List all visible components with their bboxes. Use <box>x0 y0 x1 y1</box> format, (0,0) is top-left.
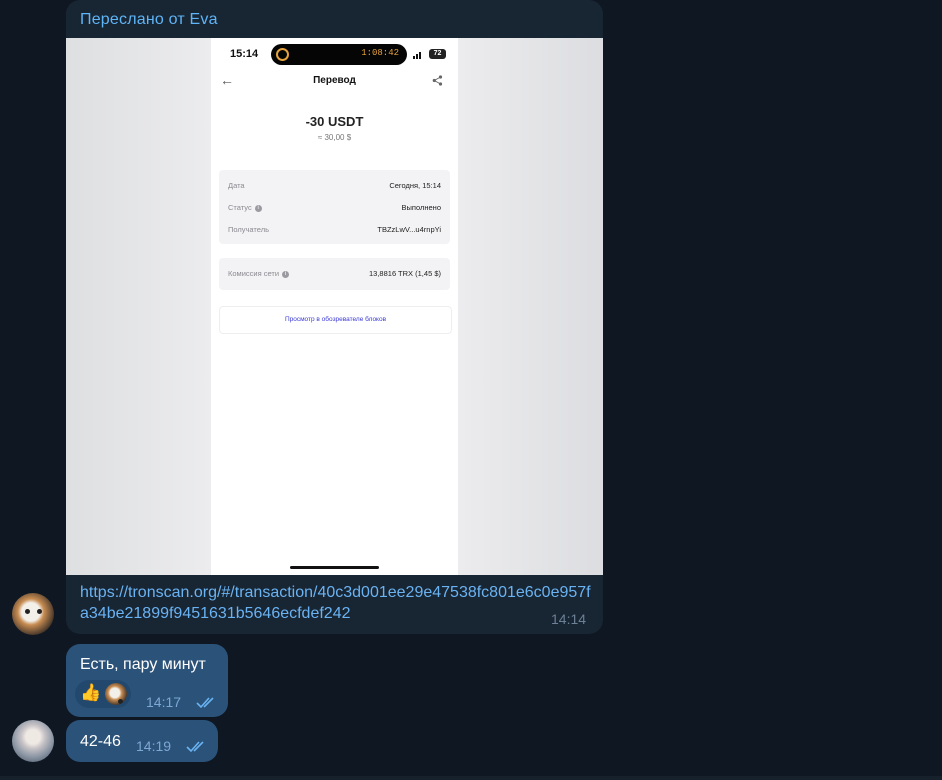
fee-value: 13,8816 TRX (1,45 $) <box>369 269 441 278</box>
detail-label: Дата <box>228 181 245 190</box>
outgoing-message-bubble[interactable]: 42-46 14:19 <box>66 720 218 762</box>
message-time: 14:19 <box>136 738 172 754</box>
detail-row-fee: Комиссия сети i 13,8816 TRX (1,45 $) <box>228 269 441 281</box>
message-text: Есть, пару минут <box>80 656 206 673</box>
transfer-amount-fiat: ≈ 30,00 $ <box>317 133 352 142</box>
phone-screenshot: 15:14 1:08:42 72 ← Перевод -30 USDT ≈ 30… <box>211 38 458 575</box>
detail-label: Статус <box>228 203 252 212</box>
sender-avatar[interactable] <box>12 593 54 635</box>
detail-label: Получатель <box>228 225 269 234</box>
phone-header-title: Перевод <box>313 75 356 86</box>
dynamic-island: 1:08:42 <box>271 44 407 65</box>
forwarded-photo[interactable]: 15:14 1:08:42 72 ← Перевод -30 USDT ≈ 30… <box>66 38 603 575</box>
signal-icon <box>413 51 423 59</box>
explorer-button: Просмотр в обозревателе блоков <box>219 306 452 334</box>
detail-value: Выполнено <box>401 203 441 212</box>
message-time: 14:17 <box>146 694 182 710</box>
thumbs-up-icon: 👍 <box>80 683 102 702</box>
detail-row-date: Дата Сегодня, 15:14 <box>228 181 441 193</box>
share-icon <box>432 75 443 89</box>
battery-icon: 72 <box>429 49 446 59</box>
info-icon: i <box>254 204 262 212</box>
photo-blur-left <box>66 38 211 575</box>
input-area-edge <box>0 776 942 780</box>
info-icon: i <box>282 270 290 278</box>
home-indicator <box>290 566 379 569</box>
double-check-icon <box>196 697 214 709</box>
detail-value: TBZzLwV...u4rnpYi <box>377 225 441 234</box>
message-time: 14:14 <box>551 611 587 627</box>
transaction-link[interactable]: https://tronscan.org/#/transaction/40c3d… <box>80 582 592 624</box>
timer-value: 1:08:42 <box>361 48 399 58</box>
chat-area: Переслано от Eva 15:14 1:08:42 72 ← Пере… <box>0 0 942 780</box>
reaction-badge[interactable]: 👍 <box>75 680 131 708</box>
photo-blur-right <box>458 38 603 575</box>
transfer-amount: -30 USDT <box>305 114 364 129</box>
message-text: 42-46 <box>80 733 121 750</box>
outgoing-message-bubble[interactable]: Есть, пару минут 👍 14:17 <box>66 644 228 717</box>
my-avatar[interactable] <box>12 720 54 762</box>
detail-row-status: Статус i Выполнено <box>228 203 441 215</box>
details-card: Дата Сегодня, 15:14 Статус i Выполнено По… <box>219 170 450 244</box>
forwarded-message-bubble[interactable]: Переслано от Eva 15:14 1:08:42 72 ← Пере… <box>66 0 603 634</box>
fee-label: Комиссия сети <box>228 269 280 278</box>
forwarded-from-label[interactable]: Переслано от Eva <box>80 11 218 29</box>
timer-icon <box>276 48 289 61</box>
detail-value: Сегодня, 15:14 <box>389 181 441 190</box>
double-check-icon <box>186 741 204 753</box>
explorer-button-label: Просмотр в обозревателе блоков <box>284 316 387 323</box>
detail-row-recipient: Получатель TBZzLwV...u4rnpYi <box>228 225 441 237</box>
fee-card: Комиссия сети i 13,8816 TRX (1,45 $) <box>219 258 450 290</box>
reactor-avatar <box>105 683 127 705</box>
phone-clock: 15:14 <box>230 48 259 60</box>
